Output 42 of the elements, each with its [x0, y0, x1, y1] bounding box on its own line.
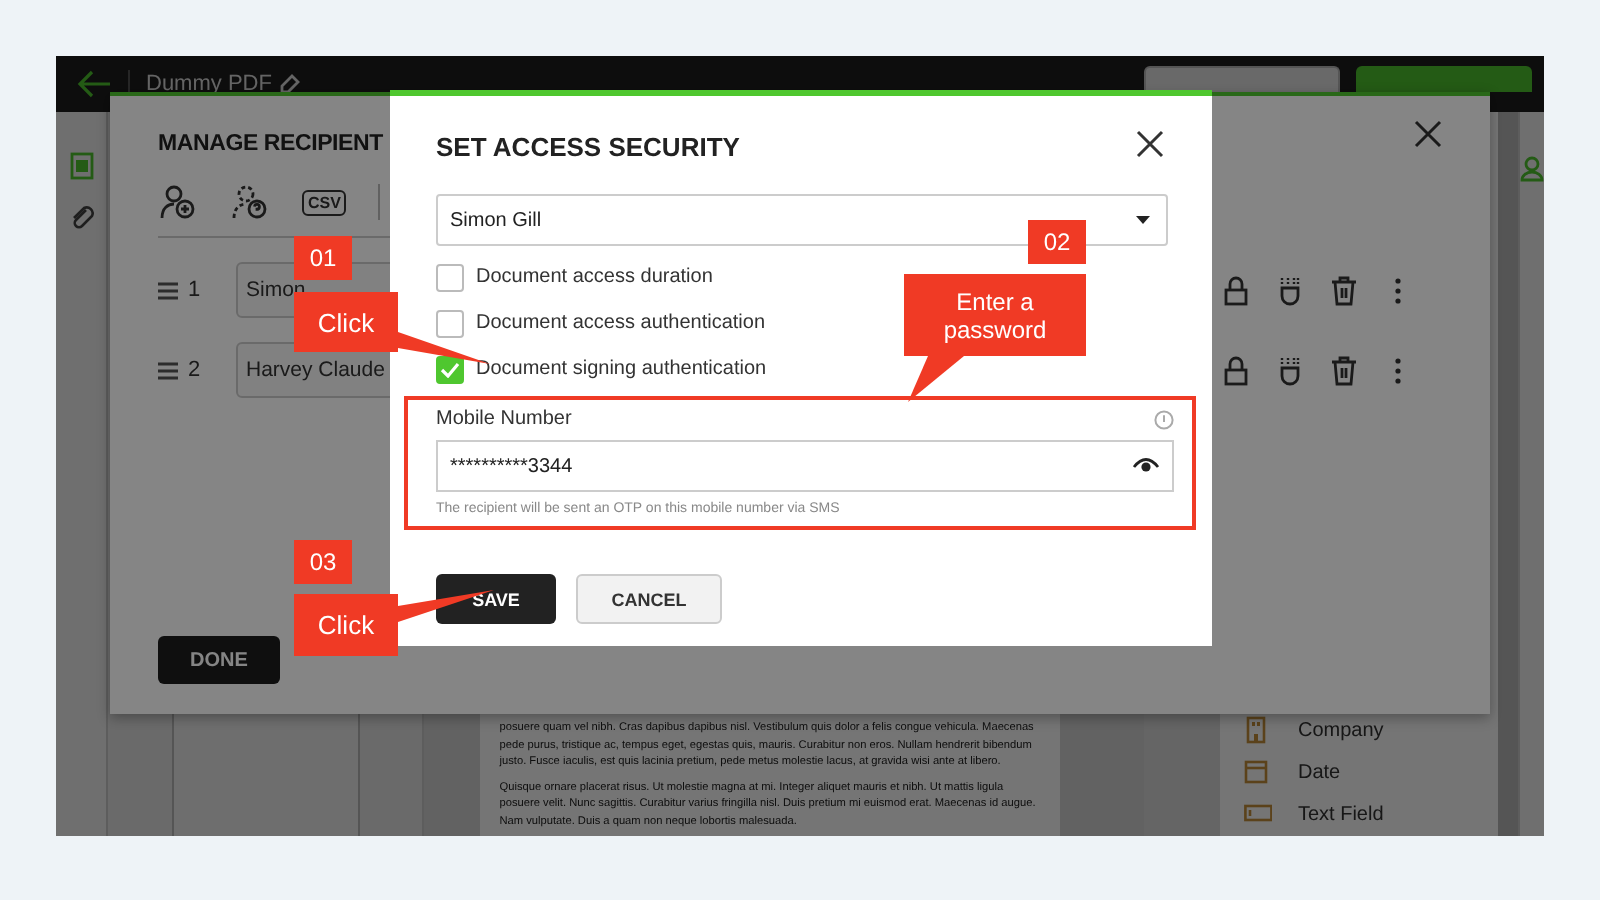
drag-handle-icon[interactable] [158, 361, 178, 379]
document-title: Dummy PDF [146, 72, 272, 96]
mobile-number-field[interactable]: **********3344 [436, 440, 1174, 492]
dropdown-caret-icon [1136, 216, 1150, 224]
eye-icon[interactable] [1132, 456, 1160, 476]
paperclip-icon[interactable] [69, 204, 94, 232]
save-button[interactable]: SAVE [436, 574, 556, 624]
callout-tooltip: Click [294, 292, 398, 352]
lock-icon[interactable] [1222, 275, 1250, 305]
checkbox-label: Document access duration [476, 266, 713, 288]
checkbox[interactable] [436, 263, 464, 291]
lock-icon[interactable] [1222, 355, 1250, 385]
callout-tooltip: Click [294, 594, 398, 656]
trash-icon[interactable] [1330, 275, 1358, 305]
cancel-button[interactable]: CANCEL [576, 574, 722, 624]
dialog-title: SET ACCESS SECURITY [436, 132, 740, 162]
checkbox-label: Document access authentication [476, 312, 766, 334]
drag-handle-icon[interactable] [158, 281, 178, 299]
close-icon[interactable] [1136, 129, 1164, 157]
field-label: Mobile Number [436, 408, 572, 430]
field-type-item[interactable]: Company [1297, 719, 1384, 741]
checkbox-label: Document signing authentication [476, 358, 767, 380]
checkbox[interactable] [436, 355, 464, 383]
step-number: 03 [294, 540, 352, 584]
field-type-item[interactable]: Text Field [1297, 803, 1384, 825]
csv-import-button[interactable]: CSV [302, 189, 347, 215]
field-type-item[interactable]: Date [1297, 761, 1341, 783]
done-button[interactable]: DONE [158, 636, 280, 684]
step-number: 01 [294, 236, 352, 280]
row-number: 2 [188, 358, 203, 382]
trash-icon[interactable] [1330, 355, 1358, 385]
calendar-icon [1243, 758, 1272, 786]
row-number: 1 [188, 278, 203, 302]
stamp-icon[interactable] [1276, 355, 1304, 385]
stamp-icon[interactable] [1276, 275, 1304, 305]
add-user-icon[interactable] [158, 184, 198, 220]
checkbox[interactable] [436, 309, 464, 337]
step-number: 02 [1028, 220, 1086, 264]
edit-icon[interactable] [279, 74, 300, 94]
save-template-button[interactable] [1144, 66, 1340, 92]
dialog-title: MANAGE RECIPIENT [158, 132, 383, 156]
user-question-icon[interactable] [230, 184, 270, 220]
